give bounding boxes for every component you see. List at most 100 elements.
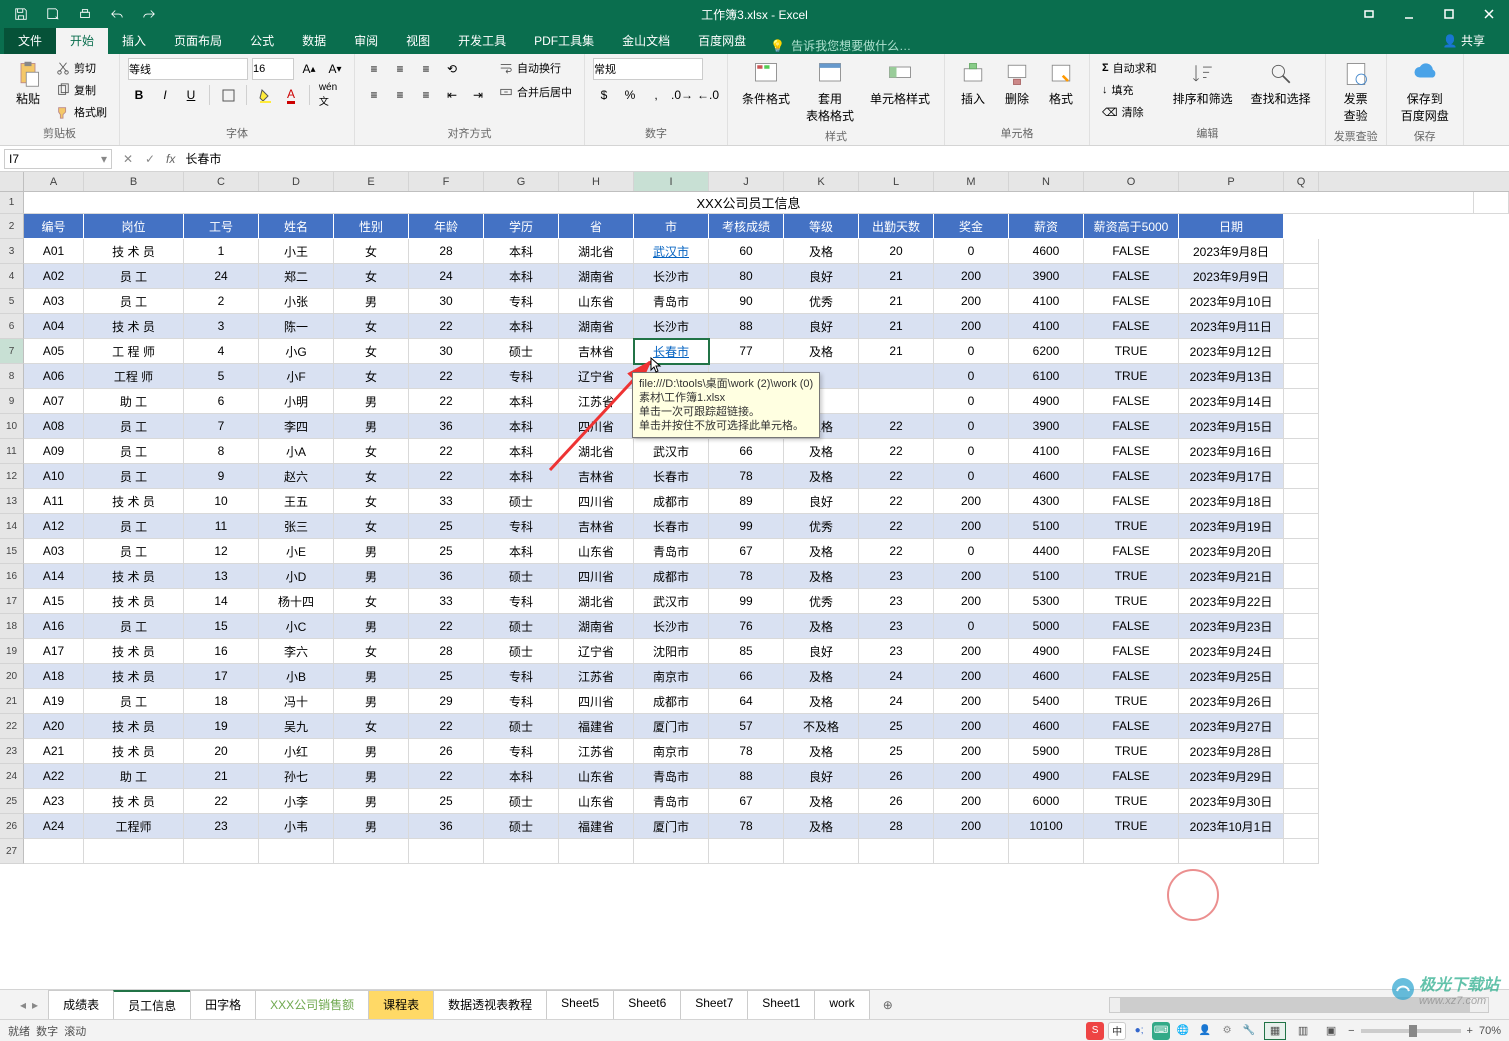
data-cell[interactable]: 及格 xyxy=(784,464,859,489)
data-cell[interactable]: FALSE xyxy=(1084,539,1179,564)
data-cell[interactable]: 2023年9月19日 xyxy=(1179,514,1284,539)
data-cell[interactable]: 女 xyxy=(334,364,409,389)
data-cell[interactable]: FALSE xyxy=(1084,714,1179,739)
tab-data[interactable]: 数据 xyxy=(288,27,340,54)
row-header-23[interactable]: 23 xyxy=(0,739,24,764)
data-cell[interactable]: 25 xyxy=(409,539,484,564)
data-cell[interactable]: 2023年9月13日 xyxy=(1179,364,1284,389)
select-all-corner[interactable] xyxy=(0,172,24,191)
data-cell[interactable]: 吉林省 xyxy=(559,464,634,489)
data-cell[interactable]: TRUE xyxy=(1084,814,1179,839)
data-cell[interactable]: 南京市 xyxy=(634,664,709,689)
data-cell[interactable]: 22 xyxy=(184,789,259,814)
format-table-button[interactable]: 套用 表格格式 xyxy=(800,58,860,126)
paste-button[interactable]: 粘贴 xyxy=(8,58,48,122)
data-cell[interactable]: 90 xyxy=(709,289,784,314)
data-cell[interactable]: 本科 xyxy=(484,264,559,289)
data-cell[interactable]: 湖北省 xyxy=(559,589,634,614)
data-cell[interactable]: 4600 xyxy=(1009,714,1084,739)
data-cell[interactable]: 2023年9月25日 xyxy=(1179,664,1284,689)
data-cell[interactable]: 200 xyxy=(934,814,1009,839)
data-cell[interactable]: 技 术 员 xyxy=(84,664,184,689)
data-cell[interactable]: 女 xyxy=(334,339,409,364)
data-cell[interactable]: 女 xyxy=(334,514,409,539)
data-cell[interactable]: 江苏省 xyxy=(559,664,634,689)
data-cell[interactable]: 6100 xyxy=(1009,364,1084,389)
data-cell[interactable]: TRUE xyxy=(1084,564,1179,589)
col-header-L[interactable]: L xyxy=(859,172,934,191)
col-header-Q[interactable]: Q xyxy=(1284,172,1319,191)
indent-increase-icon[interactable]: ⇥ xyxy=(467,84,489,106)
header-cell[interactable]: 等级 xyxy=(784,214,859,239)
sheet-tab-田字格[interactable]: 田字格 xyxy=(190,990,256,1019)
data-cell[interactable]: 武汉市 xyxy=(634,239,709,264)
data-cell[interactable]: 硕士 xyxy=(484,614,559,639)
data-cell[interactable]: 员 工 xyxy=(84,439,184,464)
data-cell[interactable]: 26 xyxy=(859,789,934,814)
data-cell[interactable]: 湖北省 xyxy=(559,239,634,264)
data-cell[interactable]: 本科 xyxy=(484,539,559,564)
data-cell[interactable]: 女 xyxy=(334,439,409,464)
data-cell[interactable]: A01 xyxy=(24,239,84,264)
data-cell[interactable]: 硕士 xyxy=(484,789,559,814)
data-cell[interactable]: 3 xyxy=(184,314,259,339)
data-cell[interactable]: 200 xyxy=(934,764,1009,789)
data-cell[interactable]: 13 xyxy=(184,564,259,589)
data-cell[interactable]: 小张 xyxy=(259,289,334,314)
data-cell[interactable]: 89 xyxy=(709,489,784,514)
col-header-A[interactable]: A xyxy=(24,172,84,191)
data-cell[interactable]: 良好 xyxy=(784,764,859,789)
data-cell[interactable]: A04 xyxy=(24,314,84,339)
data-cell[interactable]: 专科 xyxy=(484,689,559,714)
view-normal-icon[interactable]: ▦ xyxy=(1264,1022,1286,1040)
data-cell[interactable]: 76 xyxy=(709,614,784,639)
data-cell[interactable]: 2023年9月20日 xyxy=(1179,539,1284,564)
data-cell[interactable]: 25 xyxy=(409,514,484,539)
data-cell[interactable]: 2023年9月27日 xyxy=(1179,714,1284,739)
data-cell[interactable]: 技 术 员 xyxy=(84,489,184,514)
row-header-27[interactable]: 27 xyxy=(0,839,24,864)
data-cell[interactable]: 厦门市 xyxy=(634,814,709,839)
horizontal-scrollbar[interactable] xyxy=(1109,997,1489,1013)
row-header-24[interactable]: 24 xyxy=(0,764,24,789)
zoom-out-icon[interactable]: − xyxy=(1348,1025,1354,1037)
data-cell[interactable]: A11 xyxy=(24,489,84,514)
row-header-14[interactable]: 14 xyxy=(0,514,24,539)
cancel-formula-icon[interactable]: ✕ xyxy=(118,149,138,169)
data-cell[interactable]: 成都市 xyxy=(634,689,709,714)
data-cell[interactable]: 200 xyxy=(934,689,1009,714)
sheet-tab-成绩表[interactable]: 成绩表 xyxy=(48,990,114,1019)
data-cell[interactable]: 赵六 xyxy=(259,464,334,489)
data-cell[interactable]: 本科 xyxy=(484,464,559,489)
tab-baidu[interactable]: 百度网盘 xyxy=(684,27,760,54)
data-cell[interactable]: A16 xyxy=(24,614,84,639)
data-cell[interactable]: 男 xyxy=(334,564,409,589)
wrap-text-button[interactable]: 自动换行 xyxy=(495,58,576,78)
data-cell[interactable]: 冯十 xyxy=(259,689,334,714)
data-cell[interactable]: 杨十四 xyxy=(259,589,334,614)
data-cell[interactable]: 0 xyxy=(934,414,1009,439)
data-cell[interactable]: 4900 xyxy=(1009,639,1084,664)
data-cell[interactable]: 良好 xyxy=(784,489,859,514)
data-cell[interactable]: 成都市 xyxy=(634,489,709,514)
align-middle-icon[interactable]: ≡ xyxy=(389,58,411,80)
data-cell[interactable]: 吉林省 xyxy=(559,339,634,364)
tab-kingsoft[interactable]: 金山文档 xyxy=(608,27,684,54)
autosum-button[interactable]: Σ 自动求和 xyxy=(1098,58,1161,78)
data-cell[interactable]: 工 程 师 xyxy=(84,339,184,364)
data-cell[interactable]: 22 xyxy=(859,489,934,514)
zoom-level[interactable]: 70% xyxy=(1479,1025,1501,1037)
data-cell[interactable]: 本科 xyxy=(484,414,559,439)
data-cell[interactable]: 6000 xyxy=(1009,789,1084,814)
data-cell[interactable]: 专科 xyxy=(484,289,559,314)
data-cell[interactable]: 小D xyxy=(259,564,334,589)
data-cell[interactable]: 16 xyxy=(184,639,259,664)
data-cell[interactable]: 21 xyxy=(184,764,259,789)
data-cell[interactable]: FALSE xyxy=(1084,489,1179,514)
data-cell[interactable]: 2023年9月12日 xyxy=(1179,339,1284,364)
tab-review[interactable]: 审阅 xyxy=(340,27,392,54)
data-cell[interactable]: 24 xyxy=(184,264,259,289)
data-cell[interactable] xyxy=(859,389,934,414)
data-cell[interactable]: 10100 xyxy=(1009,814,1084,839)
data-cell[interactable]: TRUE xyxy=(1084,689,1179,714)
